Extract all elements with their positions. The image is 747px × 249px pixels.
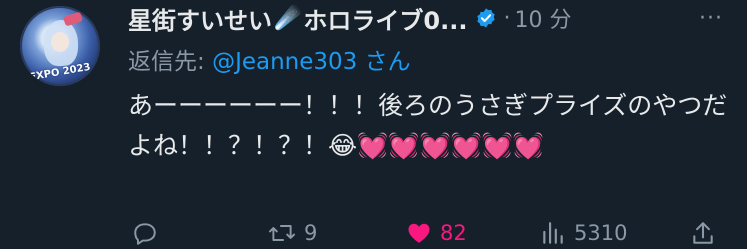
views-button[interactable]: 5310	[540, 218, 627, 248]
reply-to-line: 返信先: @Jeanne303 さん	[128, 42, 411, 76]
retweet-count: 9	[304, 221, 318, 245]
reply-button[interactable]	[132, 218, 166, 248]
more-options-icon[interactable]: ···	[699, 6, 723, 31]
like-count: 82	[440, 221, 467, 245]
time-separator: ·	[503, 5, 511, 31]
reply-prefix: 返信先:	[128, 49, 213, 75]
author-name[interactable]: 星街すいせい	[128, 1, 272, 36]
action-bar: 9 82 5310	[128, 218, 728, 248]
avatar-ribbon	[62, 11, 84, 27]
tweet-header: 星街すいせい ☄️ ホロライブ0... · 10 分	[128, 1, 571, 36]
tweet-emojis: 😂💓💓💓💓💓💓	[328, 131, 544, 160]
tweet-time[interactable]: 10 分	[514, 2, 571, 34]
reply-icon	[132, 220, 158, 246]
reply-suffix: さん	[357, 49, 411, 75]
views-count: 5310	[574, 221, 628, 245]
avatar[interactable]: EXPO 2023	[20, 6, 100, 86]
reply-handle-link[interactable]: @Jeanne303	[212, 49, 357, 75]
views-chart-icon	[540, 220, 566, 246]
retweet-icon	[268, 220, 296, 246]
share-button[interactable]	[690, 218, 716, 248]
comet-emoji-icon: ☄️	[274, 5, 302, 31]
like-button[interactable]: 82	[406, 218, 467, 248]
tweet-body: あーーーーーー！！！後ろのうさぎプライズのやつだよね！！？！？！😂💓💓💓💓💓💓	[128, 86, 728, 166]
author-name-suffix[interactable]: ホロライブ0...	[303, 1, 467, 36]
heart-icon	[406, 220, 432, 246]
tweet-card[interactable]: EXPO 2023 星街すいせい ☄️ ホロライブ0... · 10 分 ···…	[0, 0, 747, 249]
verified-badge-icon	[475, 7, 497, 29]
avatar-face	[51, 32, 69, 52]
retweet-button[interactable]: 9	[268, 218, 317, 248]
share-icon	[690, 220, 716, 246]
